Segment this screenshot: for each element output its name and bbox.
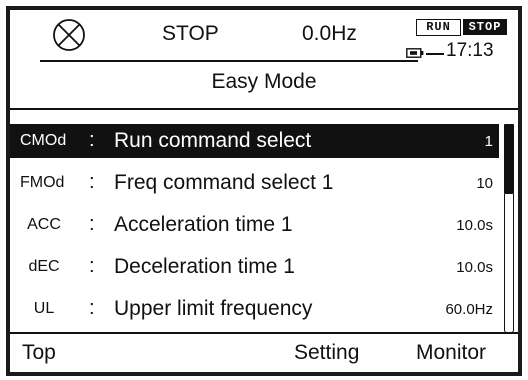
status-divider [40,60,418,62]
parameter-label: Freq command select 1 [114,171,334,194]
parameter-label: Acceleration time 1 [114,213,293,236]
parameter-code: FMOd [20,174,65,191]
title-divider [10,108,518,110]
parameter-value: 10.0s [456,259,493,276]
parameter-code: dEC [28,258,60,275]
list-item[interactable]: dEC : Deceleration time 1 10.0s [10,250,499,284]
frequency-readout: 0.0Hz [302,22,357,45]
run-indicator: RUN [416,19,461,36]
inverter-display: STOP 0.0Hz RUN STOP 17:13 Easy Mode CMOd… [6,6,522,376]
parameter-value: 10 [476,175,493,192]
parameter-label: Upper limit frequency [114,297,313,320]
list-item[interactable]: CMOd : Run command select 1 [10,124,499,158]
circle-x-icon [53,19,85,51]
parameter-label: Deceleration time 1 [114,255,295,278]
battery-icon [406,48,424,58]
scroll-thumb[interactable] [504,124,514,194]
softkey-divider [10,332,518,334]
clock: 17:13 [446,40,494,61]
scroll-track [504,194,514,333]
run-stop-indicator: RUN STOP [416,19,516,36]
parameter-separator: : [89,213,95,235]
parameter-code: ACC [27,216,61,233]
list-item[interactable]: UL : Upper limit frequency 60.0Hz [10,292,499,326]
status-bar: STOP 0.0Hz RUN STOP 17:13 [10,10,518,66]
run-state-text: STOP [162,22,219,45]
parameter-code: UL [33,300,55,317]
parameter-value: 10.0s [456,217,493,234]
parameter-separator: : [89,129,95,151]
setting-softkey[interactable]: Setting [294,340,359,366]
parameter-value: 1 [484,133,493,150]
top-softkey[interactable]: Top [22,340,56,366]
parameter-label: Run command select [114,129,312,152]
stop-indicator: STOP [463,19,507,35]
list-item[interactable]: FMOd : Freq command select 1 10 [10,166,499,200]
list-item[interactable]: ACC : Acceleration time 1 10.0s [10,208,499,242]
parameter-code: CMOd [20,132,67,149]
clock-divider [426,53,444,55]
parameter-value: 60.0Hz [445,301,493,318]
page-title: Easy Mode [211,70,317,93]
parameter-separator: : [89,171,95,193]
scrollbar[interactable] [503,124,515,334]
monitor-softkey[interactable]: Monitor [416,340,486,366]
parameter-separator: : [89,297,95,319]
parameter-separator: : [89,255,95,277]
